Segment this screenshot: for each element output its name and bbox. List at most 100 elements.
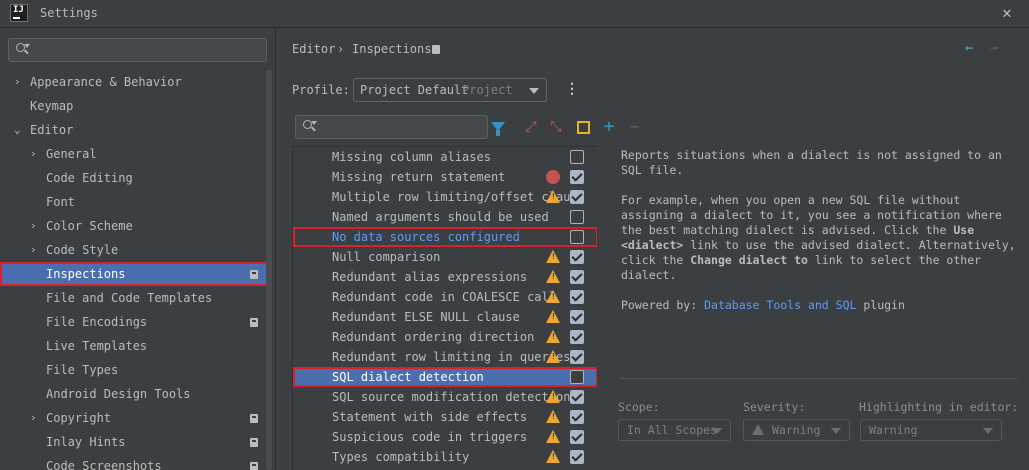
sidebar-item-general[interactable]: › General	[0, 142, 272, 166]
back-arrow-icon[interactable]: ←	[965, 40, 973, 56]
sidebar-item-file-and-code-templates[interactable]: File and Code Templates	[0, 286, 272, 310]
sidebar-item-editor[interactable]: ⌄ Editor	[0, 118, 272, 142]
settings-sidebar: › Appearance & Behavior Keymap ⌄ Editor › Gene…	[0, 28, 276, 470]
chevron-right-icon[interactable]: ›	[30, 406, 40, 430]
chevron-right-icon[interactable]: ›	[14, 70, 24, 94]
inspection-checkbox[interactable]	[570, 290, 584, 304]
sidebar-item-inspections[interactable]: Inspections	[0, 262, 272, 286]
profile-dropdown[interactable]: Project Default Project	[353, 78, 547, 102]
intellij-logo-icon: IJ	[10, 4, 28, 22]
filter-icon[interactable]	[491, 122, 505, 136]
inspection-row[interactable]: Missing return statement	[293, 167, 597, 187]
search-history-chevron-icon[interactable]	[24, 44, 30, 48]
scope-dropdown[interactable]: In All Scopes	[618, 419, 731, 441]
sidebar-item-copyright[interactable]: › Copyright	[0, 406, 272, 430]
inspection-name: Redundant row limiting in queries	[332, 350, 571, 364]
sidebar-item-file-encodings[interactable]: File Encodings	[0, 310, 272, 334]
sidebar-item-label: Code Style	[46, 243, 119, 257]
sidebar-item-label: File and Code Templates	[46, 291, 213, 305]
inspection-checkbox[interactable]	[570, 410, 584, 424]
plugin-link[interactable]: Database Tools and SQL	[704, 298, 856, 312]
inspection-checkbox[interactable]	[570, 270, 584, 284]
sidebar-item-label: Color Scheme	[46, 219, 133, 233]
sidebar-item-android-design-tools[interactable]: Android Design Tools	[0, 382, 272, 406]
inspection-checkbox[interactable]	[570, 310, 584, 324]
sidebar-item-inlay-hints[interactable]: Inlay Hints	[0, 430, 272, 454]
sidebar-item-label: Appearance & Behavior	[30, 75, 182, 89]
inspection-row[interactable]: Multiple row limiting/offset clause	[293, 187, 597, 207]
highlighting-dropdown[interactable]: Warning	[860, 419, 1002, 441]
sidebar-item-code-style[interactable]: › Code Style	[0, 238, 272, 262]
inspection-row[interactable]: Types compatibility	[293, 447, 597, 467]
inspection-checkbox[interactable]	[570, 370, 584, 384]
description-text: For example, when you open a new SQL fil…	[621, 193, 1002, 237]
forward-arrow-icon[interactable]: →	[990, 40, 998, 56]
chevron-down-icon	[831, 428, 841, 434]
remove-icon[interactable]: −	[627, 119, 643, 135]
divider	[619, 378, 1018, 379]
sidebar-item-code-editing[interactable]: Code Editing	[0, 166, 272, 190]
inspection-row[interactable]: Named arguments should be used	[293, 207, 597, 227]
inspection-row[interactable]: Redundant alias expressions	[293, 267, 597, 287]
sidebar-item-label: Code Screenshots	[46, 459, 162, 470]
severity-label: Severity:	[743, 400, 806, 414]
sidebar-item-code-screenshots[interactable]: Code Screenshots	[0, 454, 272, 470]
inspection-checkbox[interactable]	[570, 430, 584, 444]
inspection-row[interactable]: Redundant row limiting in queries	[293, 347, 597, 367]
inspections-search-input[interactable]	[295, 115, 488, 139]
inspection-checkbox[interactable]	[570, 250, 584, 264]
collapse-all-icon[interactable]: ⤡	[548, 119, 564, 135]
search-history-chevron-icon[interactable]	[311, 121, 317, 125]
inspection-row[interactable]: SQL source modification detection	[293, 387, 597, 407]
add-icon[interactable]: +	[601, 118, 617, 136]
breadcrumb-editor[interactable]: Editor	[292, 42, 335, 56]
inspection-row[interactable]: Missing column aliases	[293, 147, 597, 167]
sidebar-item-keymap[interactable]: Keymap	[0, 94, 272, 118]
inspection-checkbox[interactable]	[570, 170, 584, 184]
inspection-checkbox[interactable]	[570, 390, 584, 404]
more-actions-icon[interactable]: ⋮	[565, 81, 579, 97]
inspection-checkbox[interactable]	[570, 210, 584, 224]
sidebar-scrollbar[interactable]	[266, 70, 272, 470]
sidebar-item-live-templates[interactable]: Live Templates	[0, 334, 272, 358]
chevron-right-icon[interactable]: ›	[30, 214, 40, 238]
inspection-checkbox[interactable]	[570, 450, 584, 464]
settings-search-input[interactable]	[8, 38, 267, 62]
chevron-right-icon[interactable]: ›	[30, 142, 40, 166]
chevron-right-icon[interactable]: ›	[30, 238, 40, 262]
inspection-checkbox[interactable]	[570, 330, 584, 344]
inspection-row[interactable]: Redundant ELSE NULL clause	[293, 307, 597, 327]
inspection-row[interactable]: No data sources configured	[293, 227, 597, 247]
inspection-row[interactable]: Suspicious code in triggers	[293, 427, 597, 447]
inspection-checkbox[interactable]	[570, 230, 584, 244]
inspection-checkbox[interactable]	[570, 190, 584, 204]
sidebar-item-font[interactable]: Font	[0, 190, 272, 214]
sidebar-item-file-types[interactable]: File Types	[0, 358, 272, 382]
sidebar-item-appearance-behavior[interactable]: › Appearance & Behavior	[0, 70, 272, 94]
warning-icon	[546, 250, 560, 263]
expand-all-icon[interactable]: ⤢	[523, 119, 539, 135]
sidebar-item-label: Editor	[30, 123, 74, 137]
sidebar-item-label: General	[46, 147, 97, 161]
sidebar-item-color-scheme[interactable]: › Color Scheme	[0, 214, 272, 238]
inspection-checkbox[interactable]	[570, 350, 584, 364]
sidebar-item-label: Android Design Tools	[46, 387, 191, 401]
chevron-down-icon[interactable]: ⌄	[14, 118, 24, 142]
inspection-name: SQL source modification detection	[332, 390, 571, 404]
inspection-checkbox[interactable]	[570, 150, 584, 164]
inspection-name: Redundant ELSE NULL clause	[332, 310, 520, 324]
inspection-name: Named arguments should be used	[332, 210, 549, 224]
error-icon	[546, 170, 560, 184]
severity-dropdown[interactable]: Warning	[743, 419, 850, 441]
inspection-row[interactable]: Redundant code in COALESCE call	[293, 287, 597, 307]
inspection-row[interactable]: Statement with side effects	[293, 407, 597, 427]
inspection-row[interactable]: Redundant ordering direction	[293, 327, 597, 347]
inspection-row[interactable]: Null comparison	[293, 247, 597, 267]
warning-icon	[546, 390, 560, 403]
close-icon[interactable]: ✕	[997, 2, 1017, 24]
highlighting-label: Highlighting in editor:	[859, 400, 1019, 414]
inspection-row[interactable]: SQL dialect detection	[293, 367, 597, 387]
reset-to-default-icon[interactable]	[577, 121, 590, 134]
inspection-name: Missing return statement	[332, 170, 506, 184]
warning-icon	[546, 190, 560, 203]
